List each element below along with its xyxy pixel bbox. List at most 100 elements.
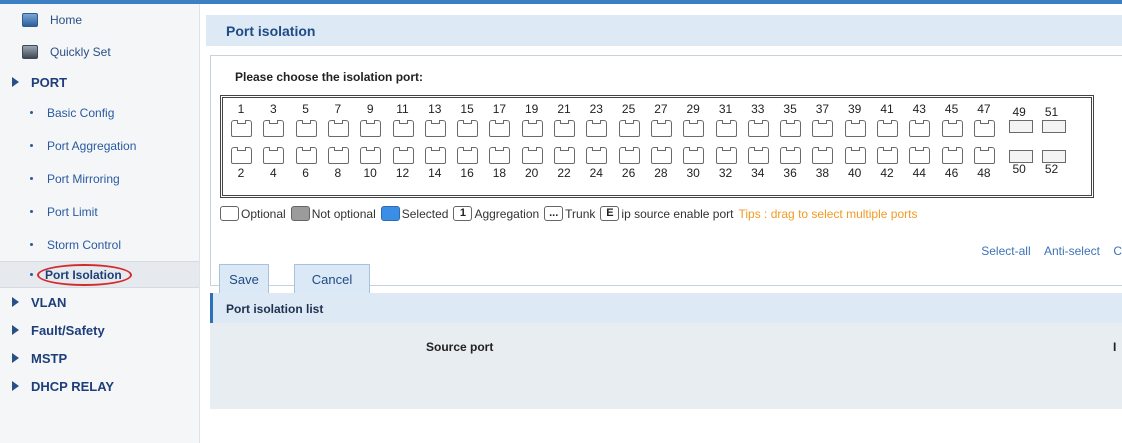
selection-links: Select-all Anti-select C	[971, 244, 1122, 258]
port-51[interactable]	[1041, 120, 1066, 133]
port-9[interactable]	[360, 120, 382, 137]
port-22[interactable]	[554, 147, 575, 164]
port-number-label: 41	[880, 102, 894, 116]
sidebar-item-port-aggregation[interactable]: Port Aggregation	[0, 129, 199, 162]
port-28[interactable]	[650, 147, 672, 164]
sidebar-item-port-isolation[interactable]: Port Isolation	[0, 261, 199, 288]
port-29[interactable]	[683, 120, 705, 137]
port-39[interactable]	[844, 120, 866, 137]
port-46[interactable]	[941, 147, 963, 164]
port-13[interactable]	[424, 120, 446, 137]
port-38[interactable]	[812, 147, 834, 164]
port-number-label: 9	[366, 102, 374, 116]
port-14[interactable]	[424, 147, 446, 164]
port-23[interactable]	[586, 120, 608, 137]
port-44[interactable]	[909, 147, 931, 164]
sidebar-group-dhcp-relay[interactable]: DHCP RELAY	[0, 372, 199, 400]
port-number-label: 43	[912, 102, 926, 116]
port-number-label: 6	[302, 166, 309, 180]
port-27[interactable]	[650, 120, 672, 137]
port-4[interactable]	[263, 147, 285, 164]
port-36[interactable]	[780, 147, 802, 164]
port-5[interactable]	[295, 120, 317, 137]
port-2[interactable]	[231, 147, 252, 164]
sidebar-item-storm-control[interactable]: Storm Control	[0, 228, 199, 261]
port-40[interactable]	[844, 147, 866, 164]
port-number-label: 25	[621, 102, 636, 116]
sidebar-item-port-mirroring[interactable]: Port Mirroring	[0, 162, 199, 195]
port-15[interactable]	[457, 120, 479, 137]
port-1[interactable]	[231, 120, 252, 137]
port-6[interactable]	[295, 147, 317, 164]
sidebar-group-mstp[interactable]: MSTP	[0, 344, 199, 372]
sidebar-group-label: Fault/Safety	[31, 322, 105, 338]
ip-source-port-icon: E	[600, 206, 620, 221]
port-41[interactable]	[877, 120, 898, 137]
port-8[interactable]	[327, 147, 349, 164]
port-number-label: 47	[977, 102, 991, 116]
port-45[interactable]	[941, 120, 963, 137]
clear-link[interactable]: C	[1113, 244, 1122, 258]
port-49[interactable]	[1009, 120, 1034, 133]
optional-port-icon	[220, 206, 239, 221]
cancel-button[interactable]: Cancel	[294, 264, 370, 294]
port-number-label: 16	[460, 166, 474, 180]
port-26[interactable]	[618, 147, 640, 164]
trunk-port-icon: ...	[544, 206, 564, 221]
port-24[interactable]	[586, 147, 608, 164]
home-icon	[22, 13, 38, 27]
sidebar-group-fault-safety[interactable]: Fault/Safety	[0, 316, 199, 344]
port-number-label: 3	[269, 102, 277, 116]
port-25[interactable]	[618, 120, 640, 137]
sidebar-item-basic-config[interactable]: Basic Config	[0, 96, 199, 129]
port-37[interactable]	[812, 120, 834, 137]
save-button[interactable]: Save	[219, 264, 269, 294]
port-31[interactable]	[715, 120, 737, 137]
sidebar-group-port[interactable]: PORT	[0, 68, 199, 96]
port-number-label: 34	[751, 166, 765, 180]
port-19[interactable]	[521, 120, 543, 137]
sidebar-item-label: Basic Config	[47, 105, 115, 120]
port-47[interactable]	[973, 120, 995, 137]
port-48[interactable]	[973, 147, 995, 164]
port-number-label: 2	[237, 166, 245, 180]
port-3[interactable]	[263, 120, 285, 137]
port-20[interactable]	[521, 147, 543, 164]
select-all-link[interactable]: Select-all	[981, 244, 1030, 258]
port-7[interactable]	[327, 120, 349, 137]
port-number-label: 23	[589, 102, 603, 116]
anti-select-link[interactable]: Anti-select	[1044, 244, 1100, 258]
port-number-label: 17	[492, 102, 507, 116]
sidebar-group-label: DHCP RELAY	[31, 378, 115, 394]
port-30[interactable]	[683, 147, 705, 164]
port-11[interactable]	[392, 120, 414, 137]
port-18[interactable]	[489, 147, 511, 164]
port-35[interactable]	[780, 120, 802, 137]
port-number-label: 14	[428, 166, 442, 180]
sidebar-item-quickly-set[interactable]: Quickly Set	[0, 36, 199, 68]
sidebar-item-home[interactable]: Home	[0, 4, 199, 36]
port-number-label: 7	[334, 102, 342, 116]
sidebar-group-vlan[interactable]: VLAN	[0, 288, 199, 316]
port-16[interactable]	[457, 147, 479, 164]
sidebar-item-port-limit[interactable]: Port Limit	[0, 195, 199, 228]
port-number-label: 50	[1012, 162, 1026, 176]
port-43[interactable]	[909, 120, 931, 137]
page-title: Port isolation	[206, 15, 1122, 46]
port-12[interactable]	[392, 147, 414, 164]
port-number-label: 42	[880, 166, 894, 180]
expand-arrow-icon	[12, 325, 19, 335]
port-34[interactable]	[747, 147, 769, 164]
port-17[interactable]	[489, 120, 511, 137]
port-number-label: 20	[525, 166, 539, 180]
port-21[interactable]	[554, 120, 575, 137]
port-32[interactable]	[715, 147, 737, 164]
sidebar-group-label: MSTP	[31, 350, 68, 366]
port-number-label: 12	[395, 166, 410, 180]
port-33[interactable]	[747, 120, 769, 137]
legend-optional: Optional	[220, 206, 286, 221]
port-10[interactable]	[360, 147, 382, 164]
sidebar-item-label: Quickly Set	[50, 45, 111, 59]
port-number-label: 48	[977, 166, 991, 180]
port-42[interactable]	[877, 147, 898, 164]
